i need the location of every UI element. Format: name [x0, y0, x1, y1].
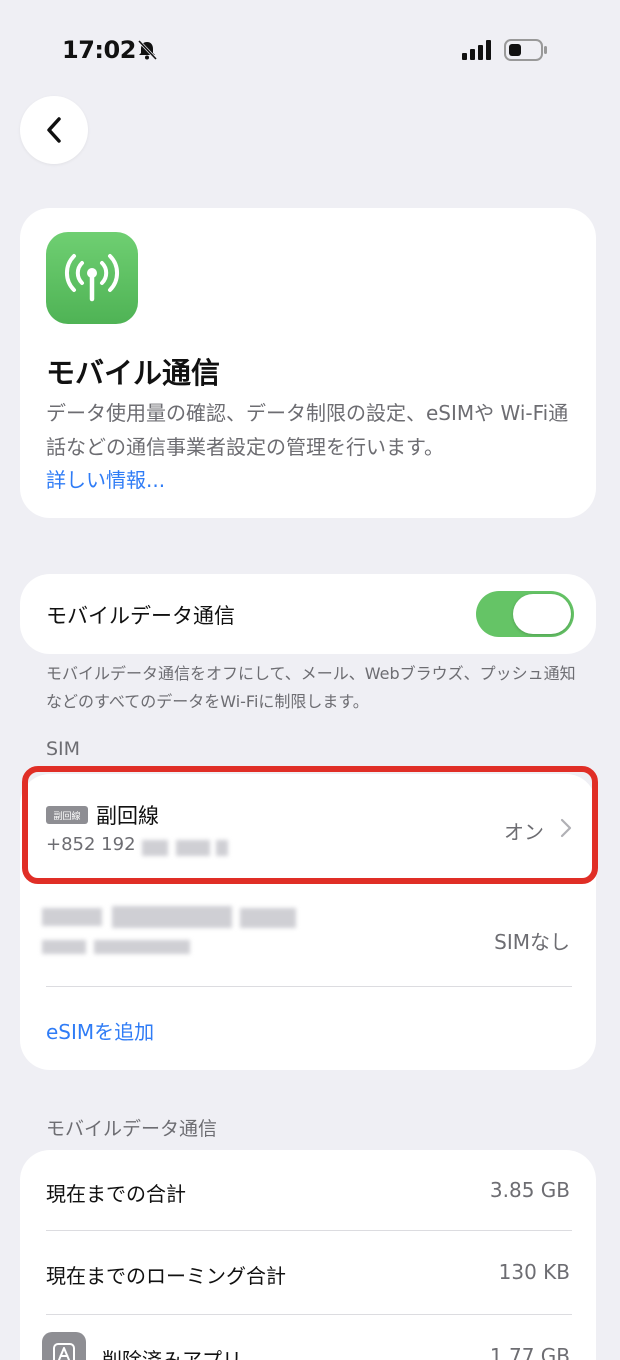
mobile-data-footer: モバイルデータ通信をオフにして、メール、Webブラウズ、プッシュ通知などのすべて… [46, 664, 576, 711]
usage-value: 1.77 GB [489, 1344, 570, 1360]
redacted-block [42, 940, 86, 954]
divider [46, 986, 572, 987]
back-button[interactable] [20, 96, 88, 164]
sim-line-2-status: SIMなし [494, 930, 570, 954]
page-description: データ使用量の確認、データ制限の設定、eSIMや Wi-Fi通話などの通信事業者… [46, 401, 569, 459]
bell-slash-icon [137, 39, 158, 61]
divider [46, 1230, 572, 1231]
redacted-block [94, 940, 190, 954]
toggle-knob [513, 594, 571, 634]
usage-section-header: モバイルデータ通信 [46, 1118, 218, 1140]
usage-value: 130 KB [498, 1260, 570, 1284]
mobile-data-toggle[interactable] [476, 591, 574, 637]
redacted-block [112, 906, 232, 928]
chevron-left-icon [47, 117, 61, 143]
learn-more-link[interactable]: 詳しい情報... [46, 464, 165, 493]
usage-row: 現在までの合計 3.85 GB [20, 1150, 596, 1234]
mobile-data-row: モバイルデータ通信 [20, 574, 596, 654]
usage-label: 現在までのローミング合計 [46, 1264, 286, 1288]
redacted-block [240, 908, 296, 928]
deleted-apps-icon [42, 1332, 86, 1360]
battery-icon [504, 39, 547, 61]
signal-icon [462, 40, 491, 60]
divider [46, 1314, 572, 1315]
antenna-icon [46, 232, 138, 324]
sim-section-header: SIM [46, 738, 81, 760]
page-title: モバイル通信 [46, 356, 221, 390]
usage-row[interactable]: 削除済みアプリ 1.77 GB [20, 1316, 596, 1360]
sim-line-row-2[interactable]: SIMなし [20, 878, 596, 988]
highlight-box [22, 766, 598, 884]
usage-card: 現在までの合計 3.85 GB 現在までのローミング合計 130 KB 削除済み… [20, 1150, 596, 1360]
add-esim-link[interactable]: eSIMを追加 [46, 1016, 154, 1045]
mobile-data-label: モバイルデータ通信 [46, 604, 235, 628]
usage-row: 現在までのローミング合計 130 KB [20, 1232, 596, 1316]
usage-value: 3.85 GB [489, 1178, 570, 1202]
redacted-block [42, 908, 102, 926]
usage-label: 現在までの合計 [46, 1182, 186, 1206]
status-time: 17:02 [62, 36, 136, 64]
settings-page: 17:02 モバイル通信 データ使用量の確認、データ制限の設定、eSIMや Wi… [0, 0, 620, 1360]
header-card: モバイル通信 データ使用量の確認、データ制限の設定、eSIMや Wi-Fi通話な… [20, 208, 596, 518]
usage-label: 削除済みアプリ [102, 1348, 242, 1360]
